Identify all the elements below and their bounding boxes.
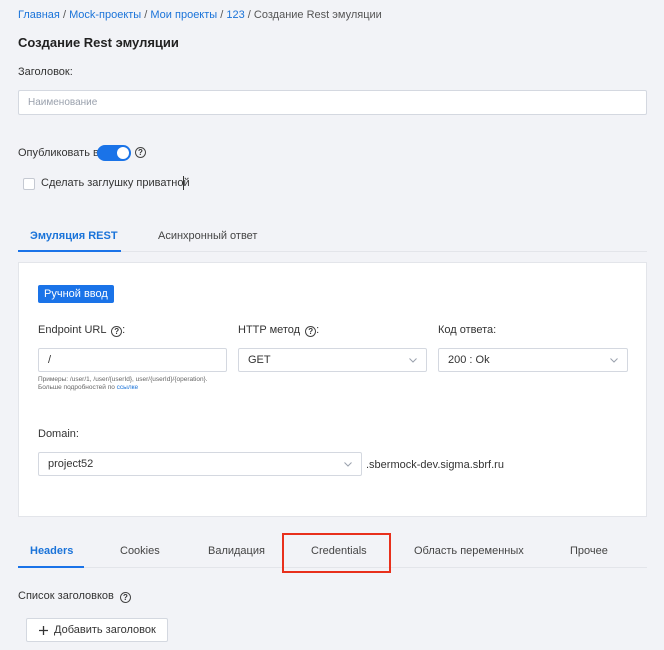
domain-suffix: .sbermock-dev.sigma.sbrf.ru	[366, 459, 504, 471]
help-icon[interactable]: ?	[135, 147, 146, 158]
tab-validation[interactable]: Валидация	[208, 545, 265, 557]
add-header-button[interactable]: Добавить заголовок	[26, 618, 168, 642]
breadcrumb-link-my-projects[interactable]: Мои проекты	[150, 9, 217, 21]
chevron-down-icon	[344, 462, 352, 467]
domain-select[interactable]: project52	[38, 452, 362, 476]
endpoint-url-input[interactable]: /	[38, 348, 227, 372]
headers-list-label: Список заголовков	[18, 590, 114, 602]
method-label-suffix: :	[316, 324, 320, 336]
private-checkbox[interactable]	[23, 178, 35, 190]
help-icon[interactable]: ?	[305, 326, 317, 337]
chevron-down-icon	[610, 358, 618, 363]
add-header-label: Добавить заголовок	[54, 624, 156, 636]
tab-cookies[interactable]: Cookies	[120, 545, 160, 557]
tab-async-response[interactable]: Асинхронный ответ	[158, 230, 257, 242]
response-code-label: Код ответа:	[438, 324, 497, 336]
toggle-knob	[117, 147, 129, 159]
endpoint-label: Endpoint URL	[38, 324, 107, 336]
tab-other[interactable]: Прочее	[570, 545, 608, 557]
title-input-placeholder: Наименование	[28, 97, 98, 108]
tab-variables-scope[interactable]: Область переменных	[414, 545, 524, 557]
breadcrumb-current: Создание Rest эмуляции	[253, 9, 382, 21]
plus-icon	[39, 625, 48, 635]
endpoint-hint-link[interactable]: ссылке	[117, 384, 139, 391]
breadcrumb-link-home[interactable]: Главная	[18, 9, 60, 21]
publish-toggle[interactable]	[97, 145, 131, 161]
active-bottom-tab-underline	[18, 566, 84, 568]
credentials-highlight-box	[282, 533, 391, 573]
tab-rest-emulation[interactable]: Эмуляция REST	[30, 230, 118, 242]
help-icon[interactable]: ?	[119, 592, 131, 603]
http-method-select[interactable]: GET	[238, 348, 427, 372]
http-method-value: GET	[248, 354, 271, 366]
manual-input-button[interactable]: Ручной ввод	[38, 285, 114, 303]
page-title: Создание Rest эмуляции	[18, 35, 179, 50]
chevron-down-icon	[409, 358, 417, 363]
domain-label: Domain:	[38, 428, 79, 440]
title-input[interactable]: Наименование	[18, 90, 647, 115]
publish-label: Опубликовать в	[18, 147, 99, 159]
tab-headers[interactable]: Headers	[30, 545, 73, 557]
domain-value: project52	[48, 458, 94, 470]
title-field-label: Заголовок:	[18, 66, 73, 78]
active-tab-underline	[18, 250, 121, 252]
endpoint-label-suffix: :	[122, 324, 126, 336]
response-code-select[interactable]: 200 : Ok	[438, 348, 628, 372]
breadcrumb-link-mock-projects[interactable]: Mock-проекты	[69, 9, 141, 21]
endpoint-label-group: Endpoint URL ?:	[38, 324, 126, 337]
private-checkbox-label: Сделать заглушку приватной	[41, 177, 190, 189]
endpoint-url-value: /	[48, 354, 52, 366]
text-cursor	[183, 176, 184, 190]
endpoint-hint: Примеры: /user/1, /user/{userId}, user/{…	[38, 376, 230, 392]
breadcrumb-separator: /	[62, 9, 66, 21]
breadcrumb: Главная / Mock-проекты / Мои проекты / 1…	[18, 9, 382, 21]
breadcrumb-separator: /	[144, 9, 148, 21]
method-label: HTTP метод	[238, 324, 301, 336]
response-code-value: 200 : Ok	[448, 354, 490, 366]
breadcrumb-separator: /	[220, 9, 224, 21]
method-label-group: HTTP метод ?:	[238, 324, 320, 337]
headers-list-label-group: Список заголовков ?	[18, 590, 131, 603]
breadcrumb-separator: /	[247, 9, 251, 21]
help-icon[interactable]: ?	[111, 326, 123, 337]
breadcrumb-link-project[interactable]: 123	[226, 9, 244, 21]
